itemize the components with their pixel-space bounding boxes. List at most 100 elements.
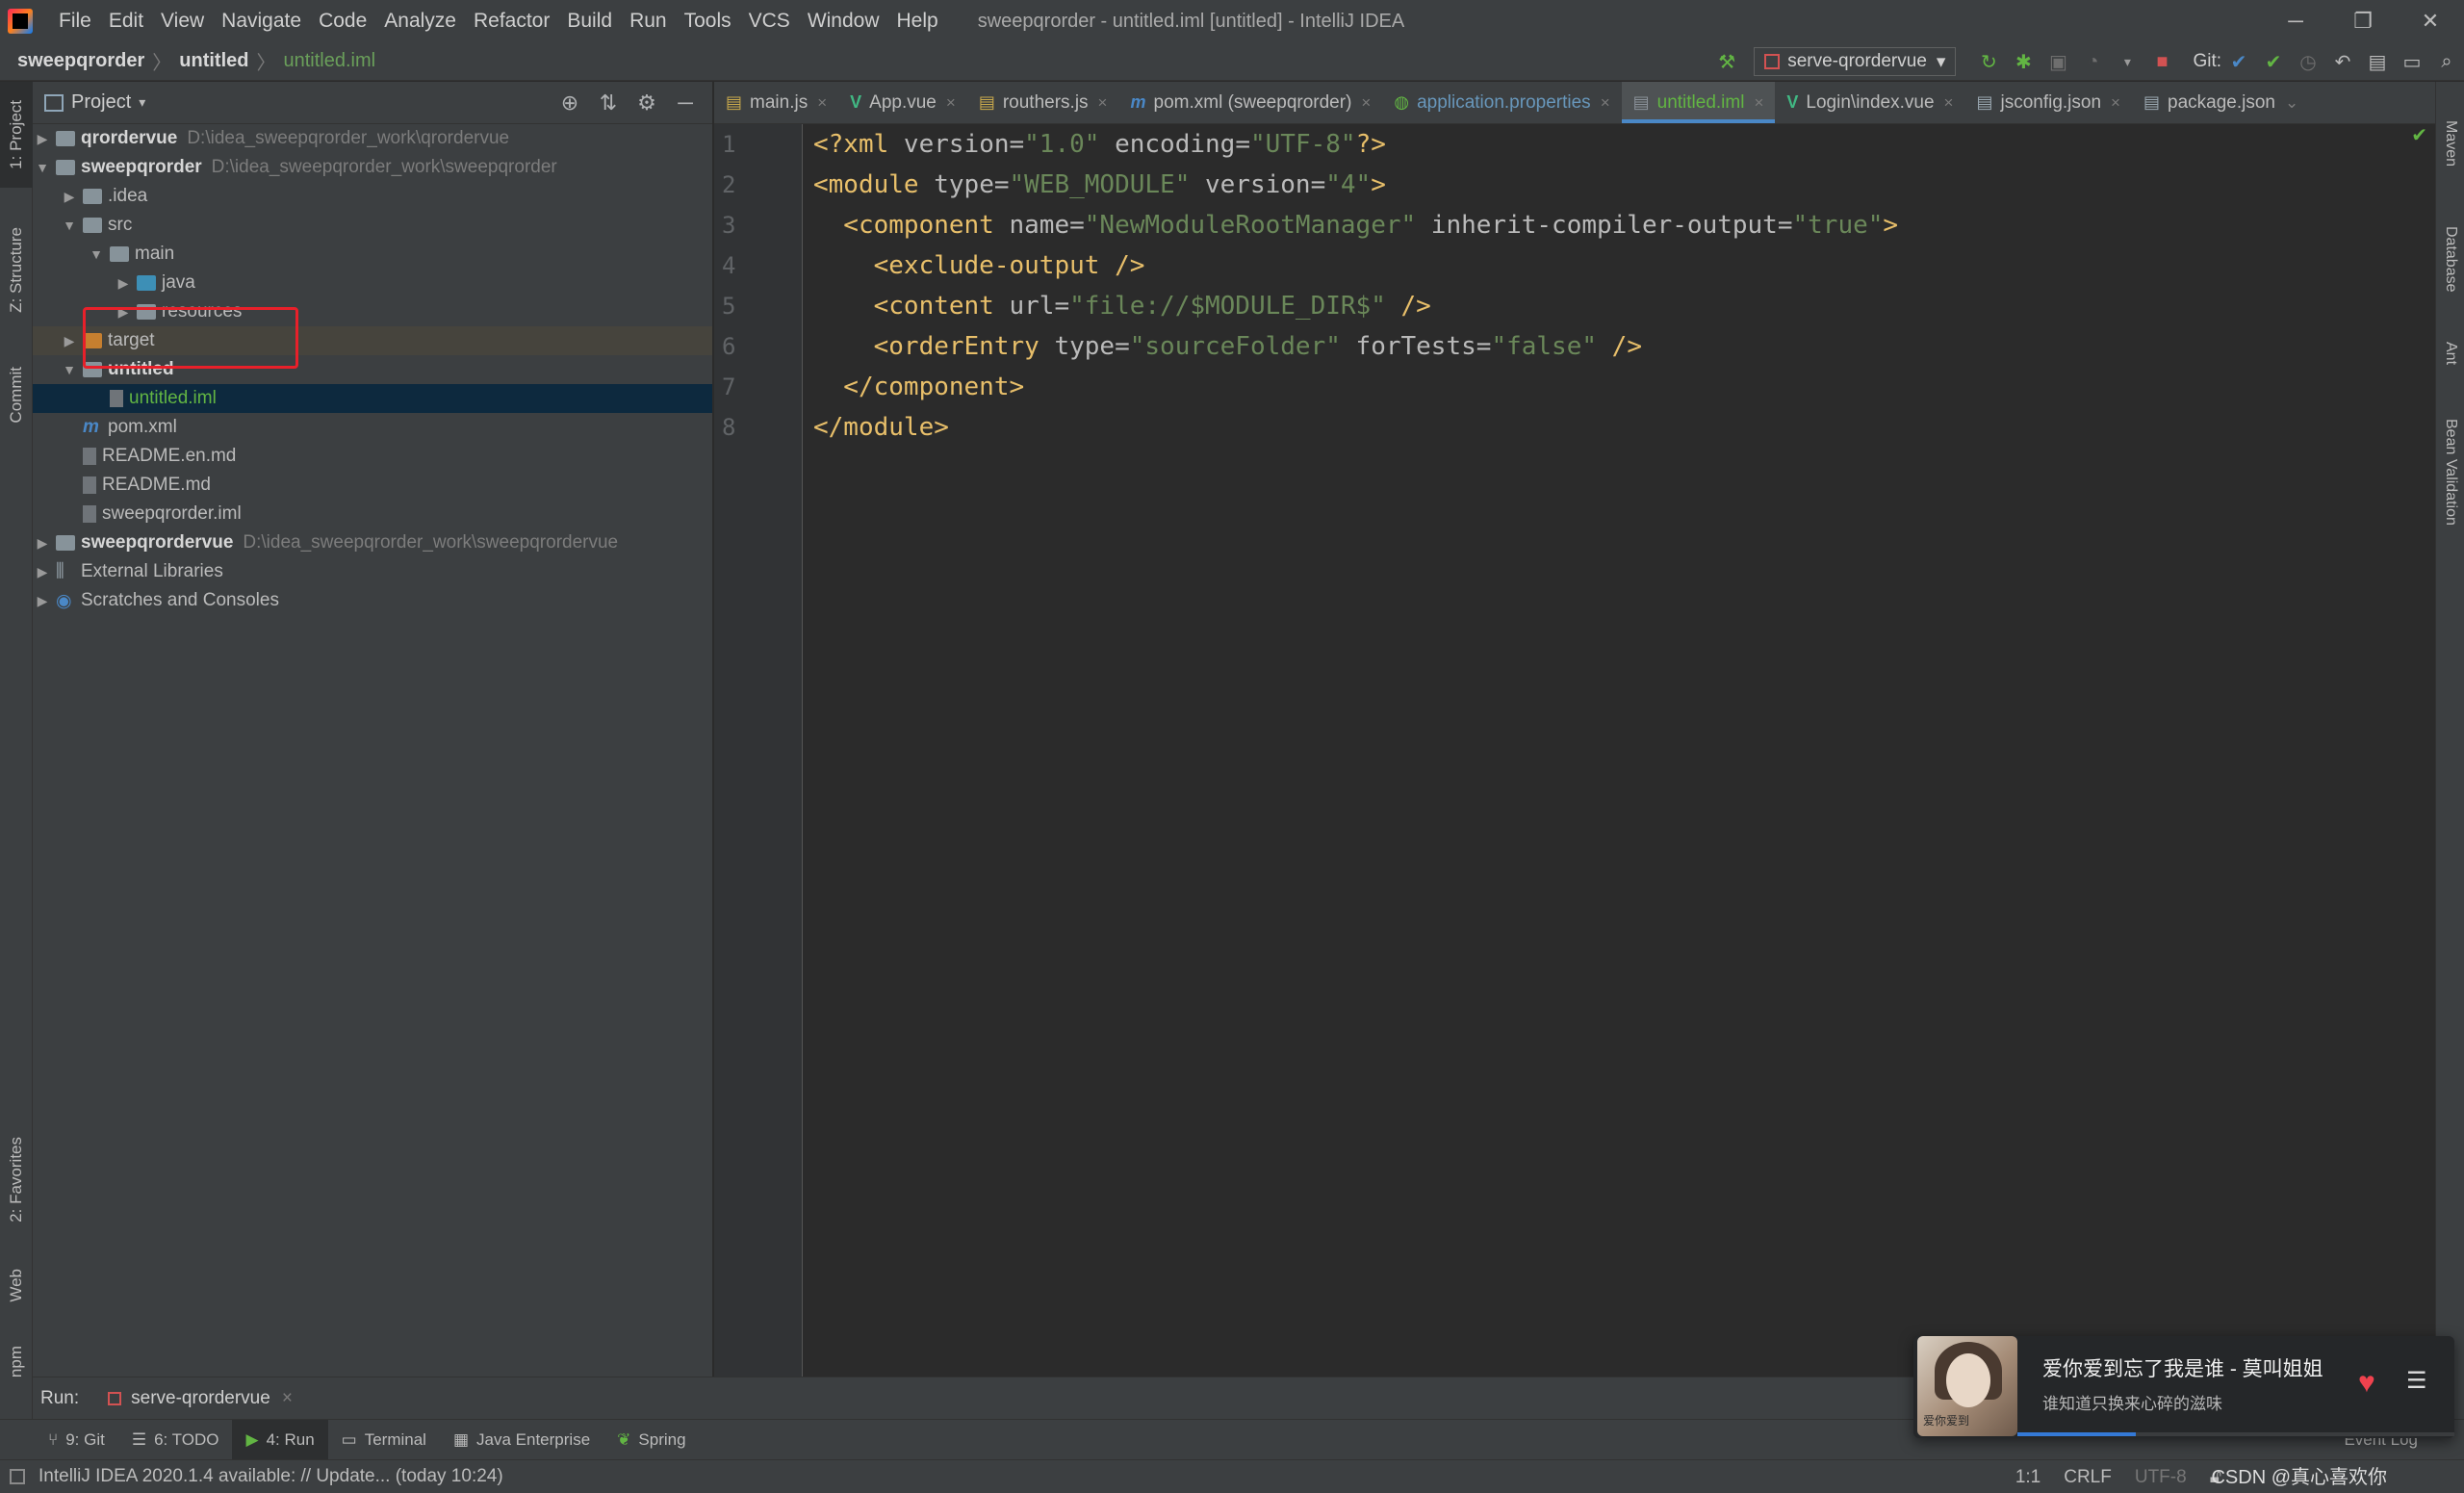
menu-edit[interactable]: Edit (100, 10, 152, 33)
expand-arrow-icon[interactable]: ▶ (33, 535, 52, 552)
tree-item[interactable]: ▶ qrordervue D:\idea_sweepqrorder_work\q… (33, 124, 712, 153)
menu-code[interactable]: Code (310, 10, 375, 33)
hide-icon[interactable]: ─ (666, 90, 705, 116)
close-tab-icon[interactable]: × (1361, 93, 1371, 113)
tool-tab-maven[interactable]: Maven (2436, 120, 2464, 167)
collapse-arrow-icon[interactable]: ▼ (87, 246, 106, 262)
playback-progress[interactable] (2017, 1432, 2454, 1436)
menu-vcs[interactable]: VCS (740, 10, 799, 33)
expand-arrow-icon[interactable]: ▶ (33, 593, 52, 609)
chevron-down-icon[interactable]: ▾ (139, 94, 145, 111)
menu-view[interactable]: View (152, 10, 213, 33)
tool-tab-web[interactable]: Web (0, 1256, 33, 1314)
tab-application-properties[interactable]: ◍ application.properties × (1382, 82, 1621, 123)
git-commit-icon[interactable]: ✔ (2256, 44, 2291, 79)
close-tab-icon[interactable]: × (1098, 93, 1108, 113)
project-view-selector[interactable]: Project (71, 91, 131, 114)
tool-tab-favorites[interactable]: 2: Favorites (0, 1121, 33, 1237)
menu-build[interactable]: Build (558, 10, 621, 33)
tool-tab-ant[interactable]: Ant (2436, 342, 2464, 365)
tool-tab-structure[interactable]: Z: Structure (0, 217, 33, 322)
inspection-ok-icon[interactable]: ✔ (2411, 123, 2427, 147)
close-tab-icon[interactable]: × (1944, 93, 1954, 113)
tool-button-todo[interactable]: ☰ 6: TODO (118, 1420, 233, 1460)
build-hammer-icon[interactable]: ⚒ (1709, 44, 1744, 79)
project-structure-icon[interactable]: ▤ (2360, 44, 2395, 79)
breadcrumb-project[interactable]: sweepqrorder (17, 50, 144, 72)
tree-item[interactable]: ▶ ⫼ External Libraries (33, 557, 712, 586)
tool-tab-database[interactable]: Database (2436, 226, 2464, 293)
close-tab-icon[interactable]: × (1601, 93, 1610, 113)
collapse-arrow-icon[interactable]: ▼ (60, 218, 79, 233)
git-history-icon[interactable]: ◷ (2291, 44, 2325, 79)
tab-app-vue[interactable]: V App.vue × (838, 82, 967, 123)
tool-button-spring[interactable]: ❦ Spring (603, 1420, 699, 1460)
collapse-arrow-icon[interactable]: ▼ (33, 160, 52, 175)
tool-tab-npm[interactable]: npm (0, 1333, 33, 1391)
rerun-icon[interactable]: ↻ (1971, 44, 2006, 79)
profile-icon[interactable]: ◔ (2075, 44, 2110, 79)
expand-arrow-icon[interactable]: ▶ (33, 564, 52, 580)
tree-item-selected[interactable]: untitled.iml (33, 384, 712, 413)
close-tab-icon[interactable]: × (282, 1388, 293, 1409)
coverage-icon[interactable]: ▣ (2040, 44, 2075, 79)
close-tab-icon[interactable]: × (2111, 93, 2120, 113)
tool-button-java-enterprise[interactable]: ▦ Java Enterprise (440, 1420, 603, 1460)
tab-package-json[interactable]: ▤ package.json ⌄ (2132, 82, 2310, 123)
menu-navigate[interactable]: Navigate (213, 10, 310, 33)
menu-run[interactable]: Run (621, 10, 676, 33)
playlist-icon[interactable]: ☰ (2406, 1367, 2427, 1395)
menu-file[interactable]: File (50, 10, 100, 33)
menu-window[interactable]: Window (799, 10, 888, 33)
tree-item[interactable]: m pom.xml (33, 413, 712, 442)
file-encoding[interactable]: UTF-8 (2123, 1467, 2198, 1488)
stop-icon[interactable]: ■ (2144, 44, 2179, 79)
tab-routhers-js[interactable]: ▤ routhers.js × (967, 82, 1119, 123)
menu-analyze[interactable]: Analyze (375, 10, 465, 33)
debug-icon[interactable]: ✱ (2006, 44, 2040, 79)
git-update-icon[interactable]: ✔ (2221, 44, 2256, 79)
tree-item[interactable]: ▶ sweepqrordervue D:\idea_sweepqrorder_w… (33, 528, 712, 557)
expand-arrow-icon[interactable]: ▶ (60, 189, 79, 205)
collapse-all-icon[interactable]: ⇅ (589, 90, 628, 116)
tree-item[interactable]: ▶ .idea (33, 182, 712, 211)
run-configuration-selector[interactable]: serve-qrordervue ▾ (1754, 47, 1957, 76)
tree-item[interactable]: README.md (33, 471, 712, 500)
gear-icon[interactable]: ⚙ (628, 90, 666, 116)
tree-item[interactable]: README.en.md (33, 442, 712, 471)
close-icon[interactable]: ✕ (2397, 0, 2464, 42)
expand-arrow-icon[interactable]: ▶ (60, 333, 79, 349)
tree-item[interactable]: ▼ sweepqrorder D:\idea_sweepqrorder_work… (33, 153, 712, 182)
presentation-icon[interactable]: ▭ (2395, 44, 2429, 79)
tool-windows-toggle-icon[interactable] (10, 1469, 25, 1484)
expand-arrow-icon[interactable]: ▶ (33, 131, 52, 147)
rollback-icon[interactable]: ↶ (2325, 44, 2360, 79)
tree-item[interactable]: ▶ java (33, 269, 712, 297)
heart-icon[interactable]: ♥ (2358, 1367, 2375, 1400)
music-player-notification[interactable]: 爱你爱到 爱你爱到忘了我是谁 - 莫叫姐姐 谁知道只换来心碎的滋味 ♥ ☰ (1913, 1336, 2454, 1438)
search-icon[interactable]: ⌕ (2429, 44, 2464, 79)
tree-item[interactable]: ▼ src (33, 211, 712, 240)
tab-pom-xml[interactable]: m pom.xml (sweepqrorder) × (1118, 82, 1382, 123)
tool-button-terminal[interactable]: ▭ Terminal (328, 1420, 440, 1460)
close-tab-icon[interactable]: × (817, 93, 827, 113)
menu-refactor[interactable]: Refactor (465, 10, 558, 33)
tool-button-run[interactable]: ▶ 4: Run (232, 1419, 328, 1460)
caret-position[interactable]: 1:1 (2004, 1467, 2052, 1488)
breadcrumb-module[interactable]: untitled (179, 50, 248, 72)
tool-button-git[interactable]: ⑂ 9: Git (35, 1420, 118, 1460)
tree-item[interactable]: ▶ ◉ Scratches and Consoles (33, 586, 712, 615)
tool-tab-bean-validation[interactable]: Bean Validation (2436, 419, 2464, 526)
code-editor[interactable]: <?xml version = "1.0" encoding = "UTF-8" ?> <… (813, 124, 2430, 1377)
menu-help[interactable]: Help (888, 10, 947, 33)
tree-item[interactable]: sweepqrorder.iml (33, 500, 712, 528)
line-separator[interactable]: CRLF (2052, 1467, 2123, 1488)
close-tab-icon[interactable]: × (1754, 93, 1763, 113)
more-run-icon[interactable]: ▾ (2110, 44, 2144, 79)
locate-icon[interactable]: ⊕ (551, 90, 589, 116)
run-tab[interactable]: serve-qrordervue × (108, 1388, 293, 1409)
collapse-arrow-icon[interactable]: ▼ (60, 362, 79, 377)
breadcrumb-file[interactable]: untitled.iml (283, 50, 375, 72)
tab-jsconfig-json[interactable]: ▤ jsconfig.json × (1964, 82, 2132, 123)
minimize-icon[interactable]: ─ (2262, 0, 2329, 42)
